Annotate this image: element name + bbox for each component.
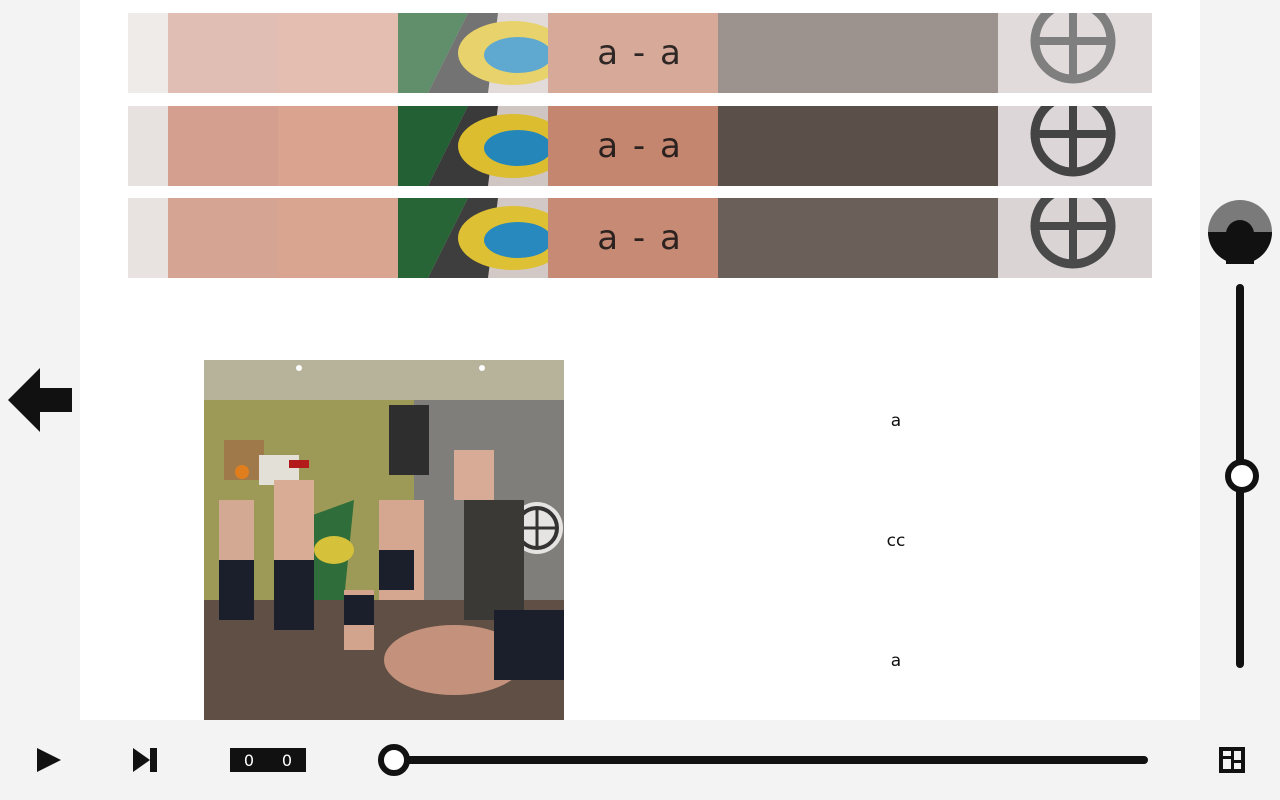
counter-right: 0 — [281, 750, 293, 770]
play-icon[interactable] — [32, 744, 64, 776]
volume-icon[interactable] — [1208, 200, 1272, 264]
banner-strip-2[interactable]: a - a — [128, 106, 1152, 186]
progress-slider-thumb[interactable] — [378, 744, 410, 776]
strip-label: a - a — [597, 218, 683, 258]
layout-icon[interactable] — [1216, 744, 1248, 776]
option-item-1[interactable]: a — [796, 411, 996, 431]
banner-strip-3[interactable]: a - a — [128, 198, 1152, 278]
volume-slider[interactable] — [1225, 284, 1259, 668]
arrow-left-icon[interactable] — [8, 368, 72, 432]
scene-photo — [204, 360, 564, 720]
content-panel: a - a a - a a - a a cc a — [80, 0, 1200, 720]
strip-label: a - a — [597, 33, 683, 73]
strip-label: a - a — [597, 126, 683, 166]
progress-slider[interactable] — [378, 744, 1148, 776]
option-item-3[interactable]: a — [796, 651, 996, 671]
counter-display: 0 0 — [230, 748, 306, 772]
counter-left: 0 — [243, 750, 255, 770]
banner-strip-1[interactable]: a - a — [128, 13, 1152, 93]
option-item-2[interactable]: cc — [796, 531, 996, 551]
skip-next-icon[interactable] — [129, 744, 161, 776]
volume-slider-thumb[interactable] — [1225, 459, 1259, 493]
